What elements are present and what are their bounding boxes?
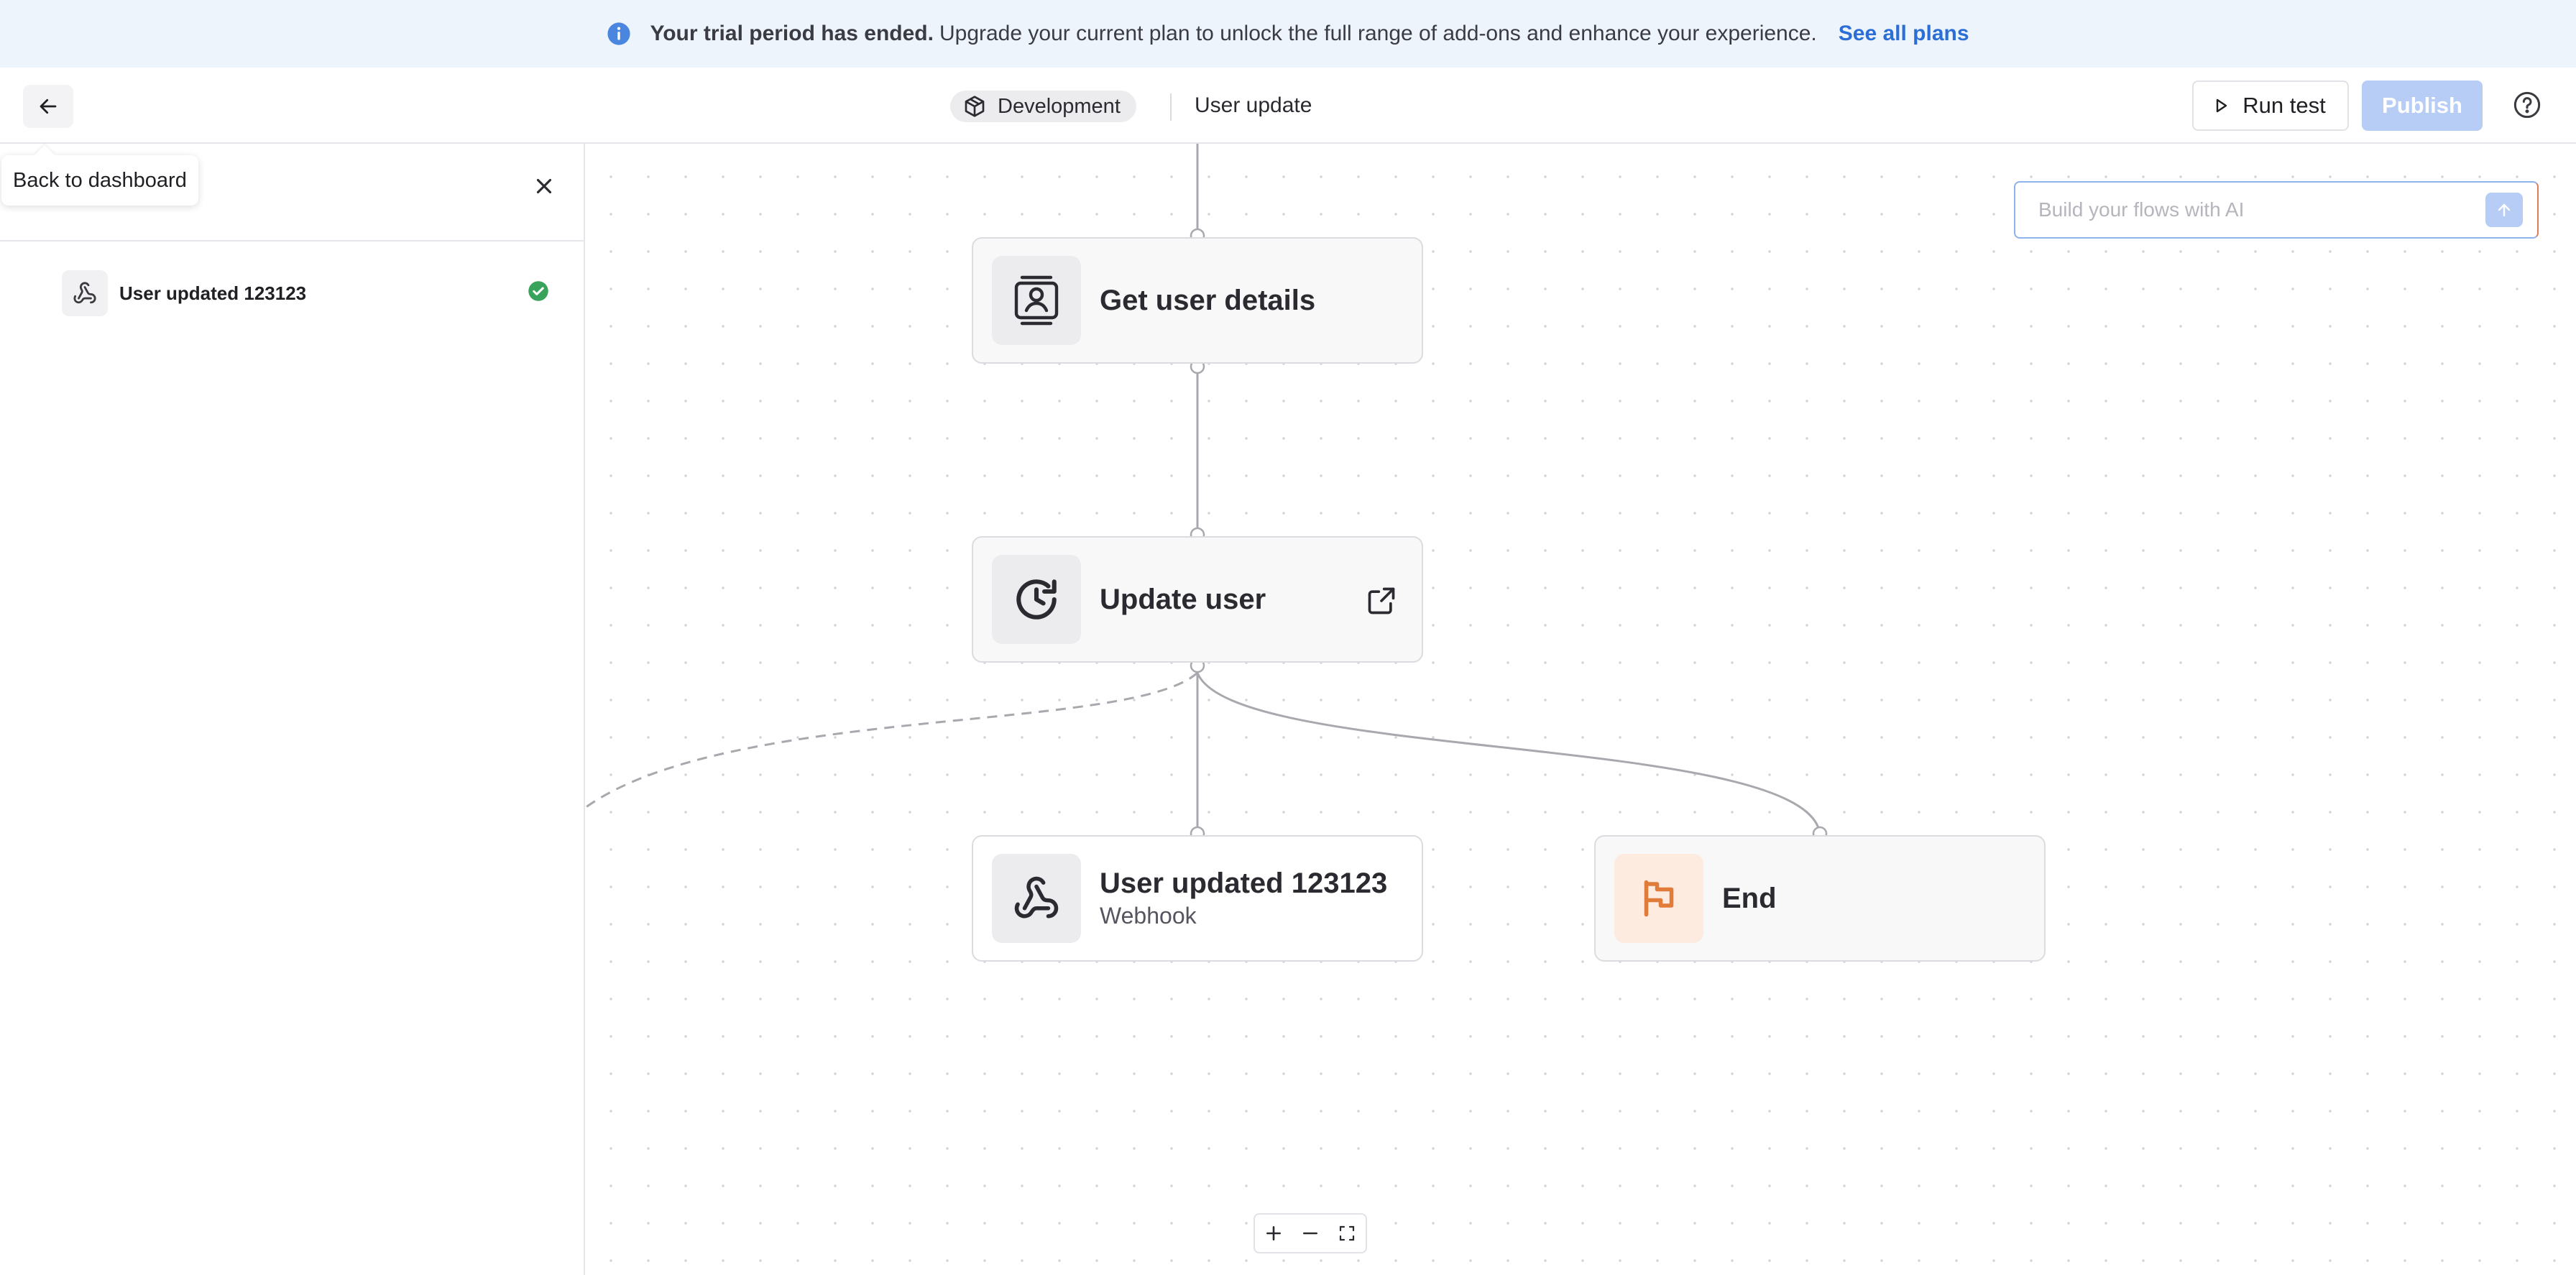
banner-title: Your trial period has ended. — [650, 22, 934, 45]
flow-name[interactable]: User update — [1195, 93, 1312, 118]
environment-badge[interactable]: Development — [950, 91, 1136, 122]
arrow-up-icon — [2498, 203, 2511, 217]
ai-flow-builder — [2014, 181, 2539, 239]
node-title: End — [1722, 882, 1777, 914]
help-icon[interactable] — [2513, 91, 2542, 119]
run-test-button[interactable]: Run test — [2192, 80, 2349, 131]
ai-prompt-input[interactable] — [2037, 198, 2471, 222]
left-panel: User updated 123123 — [0, 144, 585, 1275]
trial-banner: Your trial period has ended. Upgrade you… — [0, 0, 2576, 68]
see-all-plans-link[interactable]: See all plans — [1839, 22, 1969, 46]
node-update-user[interactable]: Update user — [972, 536, 1423, 663]
list-item-label: User updated 123123 — [119, 282, 307, 304]
contact-card-icon — [992, 256, 1081, 345]
header-divider — [1170, 93, 1172, 121]
flow-canvas[interactable]: Get user details Update user User update… — [585, 144, 2576, 1275]
external-link-icon[interactable] — [1366, 585, 1397, 617]
top-header: Development User update Run test Publish — [0, 68, 2576, 144]
node-title: Update user — [1100, 583, 1266, 615]
info-icon — [607, 22, 631, 45]
check-circle-icon — [528, 281, 548, 301]
webhook-icon — [62, 270, 108, 316]
node-webhook[interactable]: User updated 123123 Webhook — [972, 835, 1423, 962]
webhook-icon — [992, 854, 1081, 943]
zoom-in-icon[interactable] — [1259, 1219, 1288, 1248]
edge-dashed — [585, 671, 1199, 809]
ai-send-button[interactable] — [2485, 193, 2523, 227]
node-title: User updated 123123 — [1100, 867, 1388, 899]
flow-edges — [585, 144, 1828, 842]
node-subtitle: Webhook — [1100, 903, 1197, 929]
clock-rotate-icon — [992, 555, 1081, 644]
close-icon[interactable] — [532, 174, 556, 198]
back-tooltip: Back to dashboard — [1, 155, 198, 206]
publish-button[interactable]: Publish — [2362, 80, 2483, 131]
package-icon — [965, 96, 985, 117]
edge-update-to-end — [1196, 672, 1821, 834]
run-test-label: Run test — [2242, 93, 2326, 118]
zoom-out-icon[interactable] — [1296, 1219, 1325, 1248]
node-end[interactable]: End — [1594, 835, 2046, 962]
banner-message: Upgrade your current plan to unlock the … — [939, 22, 1817, 45]
arrow-left-icon — [40, 98, 57, 114]
play-icon — [2217, 98, 2227, 113]
environment-label: Development — [998, 94, 1121, 118]
list-item[interactable]: User updated 123123 — [62, 270, 565, 316]
fit-view-icon[interactable] — [1333, 1219, 1361, 1248]
panel-divider — [0, 240, 584, 241]
flag-icon — [1614, 854, 1703, 943]
zoom-controls — [1254, 1213, 1367, 1253]
node-get-user-details[interactable]: Get user details — [972, 237, 1423, 364]
node-title: Get user details — [1100, 284, 1316, 316]
back-button[interactable] — [23, 85, 73, 128]
